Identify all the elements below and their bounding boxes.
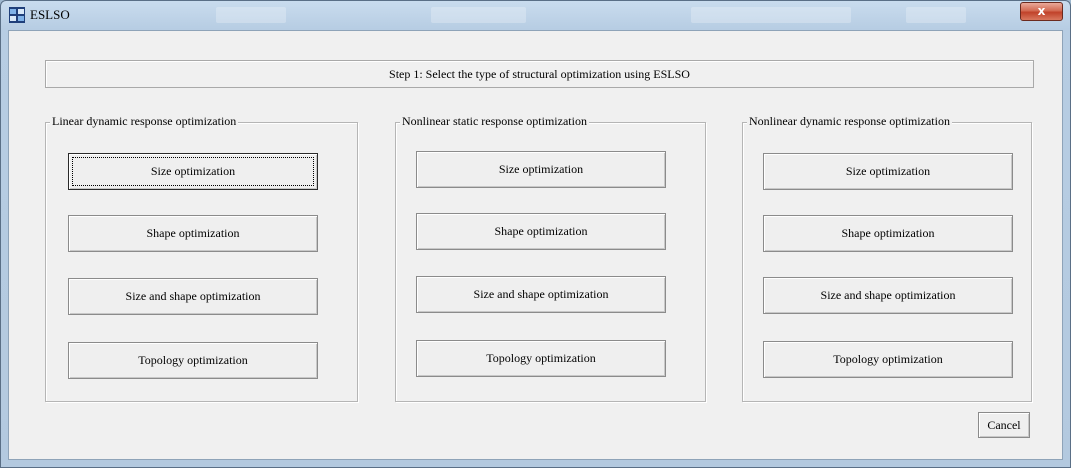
- nonlinear-dynamic-size-button[interactable]: Size optimization: [763, 153, 1013, 190]
- group-title: Nonlinear dynamic response optimization: [747, 114, 952, 129]
- nonlinear-dynamic-topology-button[interactable]: Topology optimization: [763, 341, 1013, 378]
- button-label: Topology optimization: [486, 351, 596, 365]
- cancel-button[interactable]: Cancel: [978, 412, 1030, 438]
- nonlinear-static-topology-button[interactable]: Topology optimization: [416, 340, 666, 377]
- dialog-client-area: Step 1: Select the type of structural op…: [8, 30, 1063, 460]
- window-title: ESLSO: [30, 7, 70, 22]
- title-bar[interactable]: ESLSO x: [1, 1, 1070, 29]
- group-nonlinear-static: Nonlinear static response optimization S…: [395, 114, 706, 402]
- linear-dynamic-topology-button[interactable]: Topology optimization: [68, 342, 318, 379]
- button-label: Size and shape optimization: [125, 289, 261, 303]
- button-label: Shape optimization: [146, 226, 240, 240]
- button-label: Size optimization: [845, 164, 931, 178]
- nonlinear-static-size-button[interactable]: Size optimization: [416, 151, 666, 188]
- nonlinear-static-size-shape-button[interactable]: Size and shape optimization: [416, 276, 666, 313]
- background-window-ghost: [691, 7, 851, 23]
- step-instruction: Step 1: Select the type of structural op…: [45, 60, 1034, 88]
- close-button[interactable]: x: [1020, 2, 1063, 21]
- background-window-ghost: [906, 7, 966, 23]
- close-icon: x: [1037, 4, 1046, 18]
- button-label: Size and shape optimization: [820, 288, 956, 302]
- button-label: Shape optimization: [494, 224, 588, 238]
- group-nonlinear-dynamic: Nonlinear dynamic response optimization …: [742, 114, 1032, 402]
- button-label: Topology optimization: [138, 353, 248, 367]
- linear-dynamic-size-shape-button[interactable]: Size and shape optimization: [68, 278, 318, 315]
- button-label: Topology optimization: [833, 352, 943, 366]
- button-label: Cancel: [987, 418, 1021, 432]
- button-label: Size optimization: [150, 164, 236, 178]
- group-title: Linear dynamic response optimization: [50, 114, 239, 129]
- group-linear-dynamic: Linear dynamic response optimization Siz…: [45, 114, 358, 402]
- dialog-window: ESLSO x Step 1: Select the type of struc…: [0, 0, 1071, 468]
- button-label: Shape optimization: [841, 226, 935, 240]
- linear-dynamic-shape-button[interactable]: Shape optimization: [68, 215, 318, 252]
- button-label: Size optimization: [498, 162, 584, 176]
- nonlinear-static-shape-button[interactable]: Shape optimization: [416, 213, 666, 250]
- group-title: Nonlinear static response optimization: [400, 114, 589, 129]
- button-label: Size and shape optimization: [473, 287, 609, 301]
- background-window-ghost: [216, 7, 286, 23]
- linear-dynamic-size-button[interactable]: Size optimization: [68, 153, 318, 190]
- background-window-ghost: [431, 7, 526, 23]
- app-icon: [9, 7, 25, 23]
- nonlinear-dynamic-shape-button[interactable]: Shape optimization: [763, 215, 1013, 252]
- nonlinear-dynamic-size-shape-button[interactable]: Size and shape optimization: [763, 277, 1013, 314]
